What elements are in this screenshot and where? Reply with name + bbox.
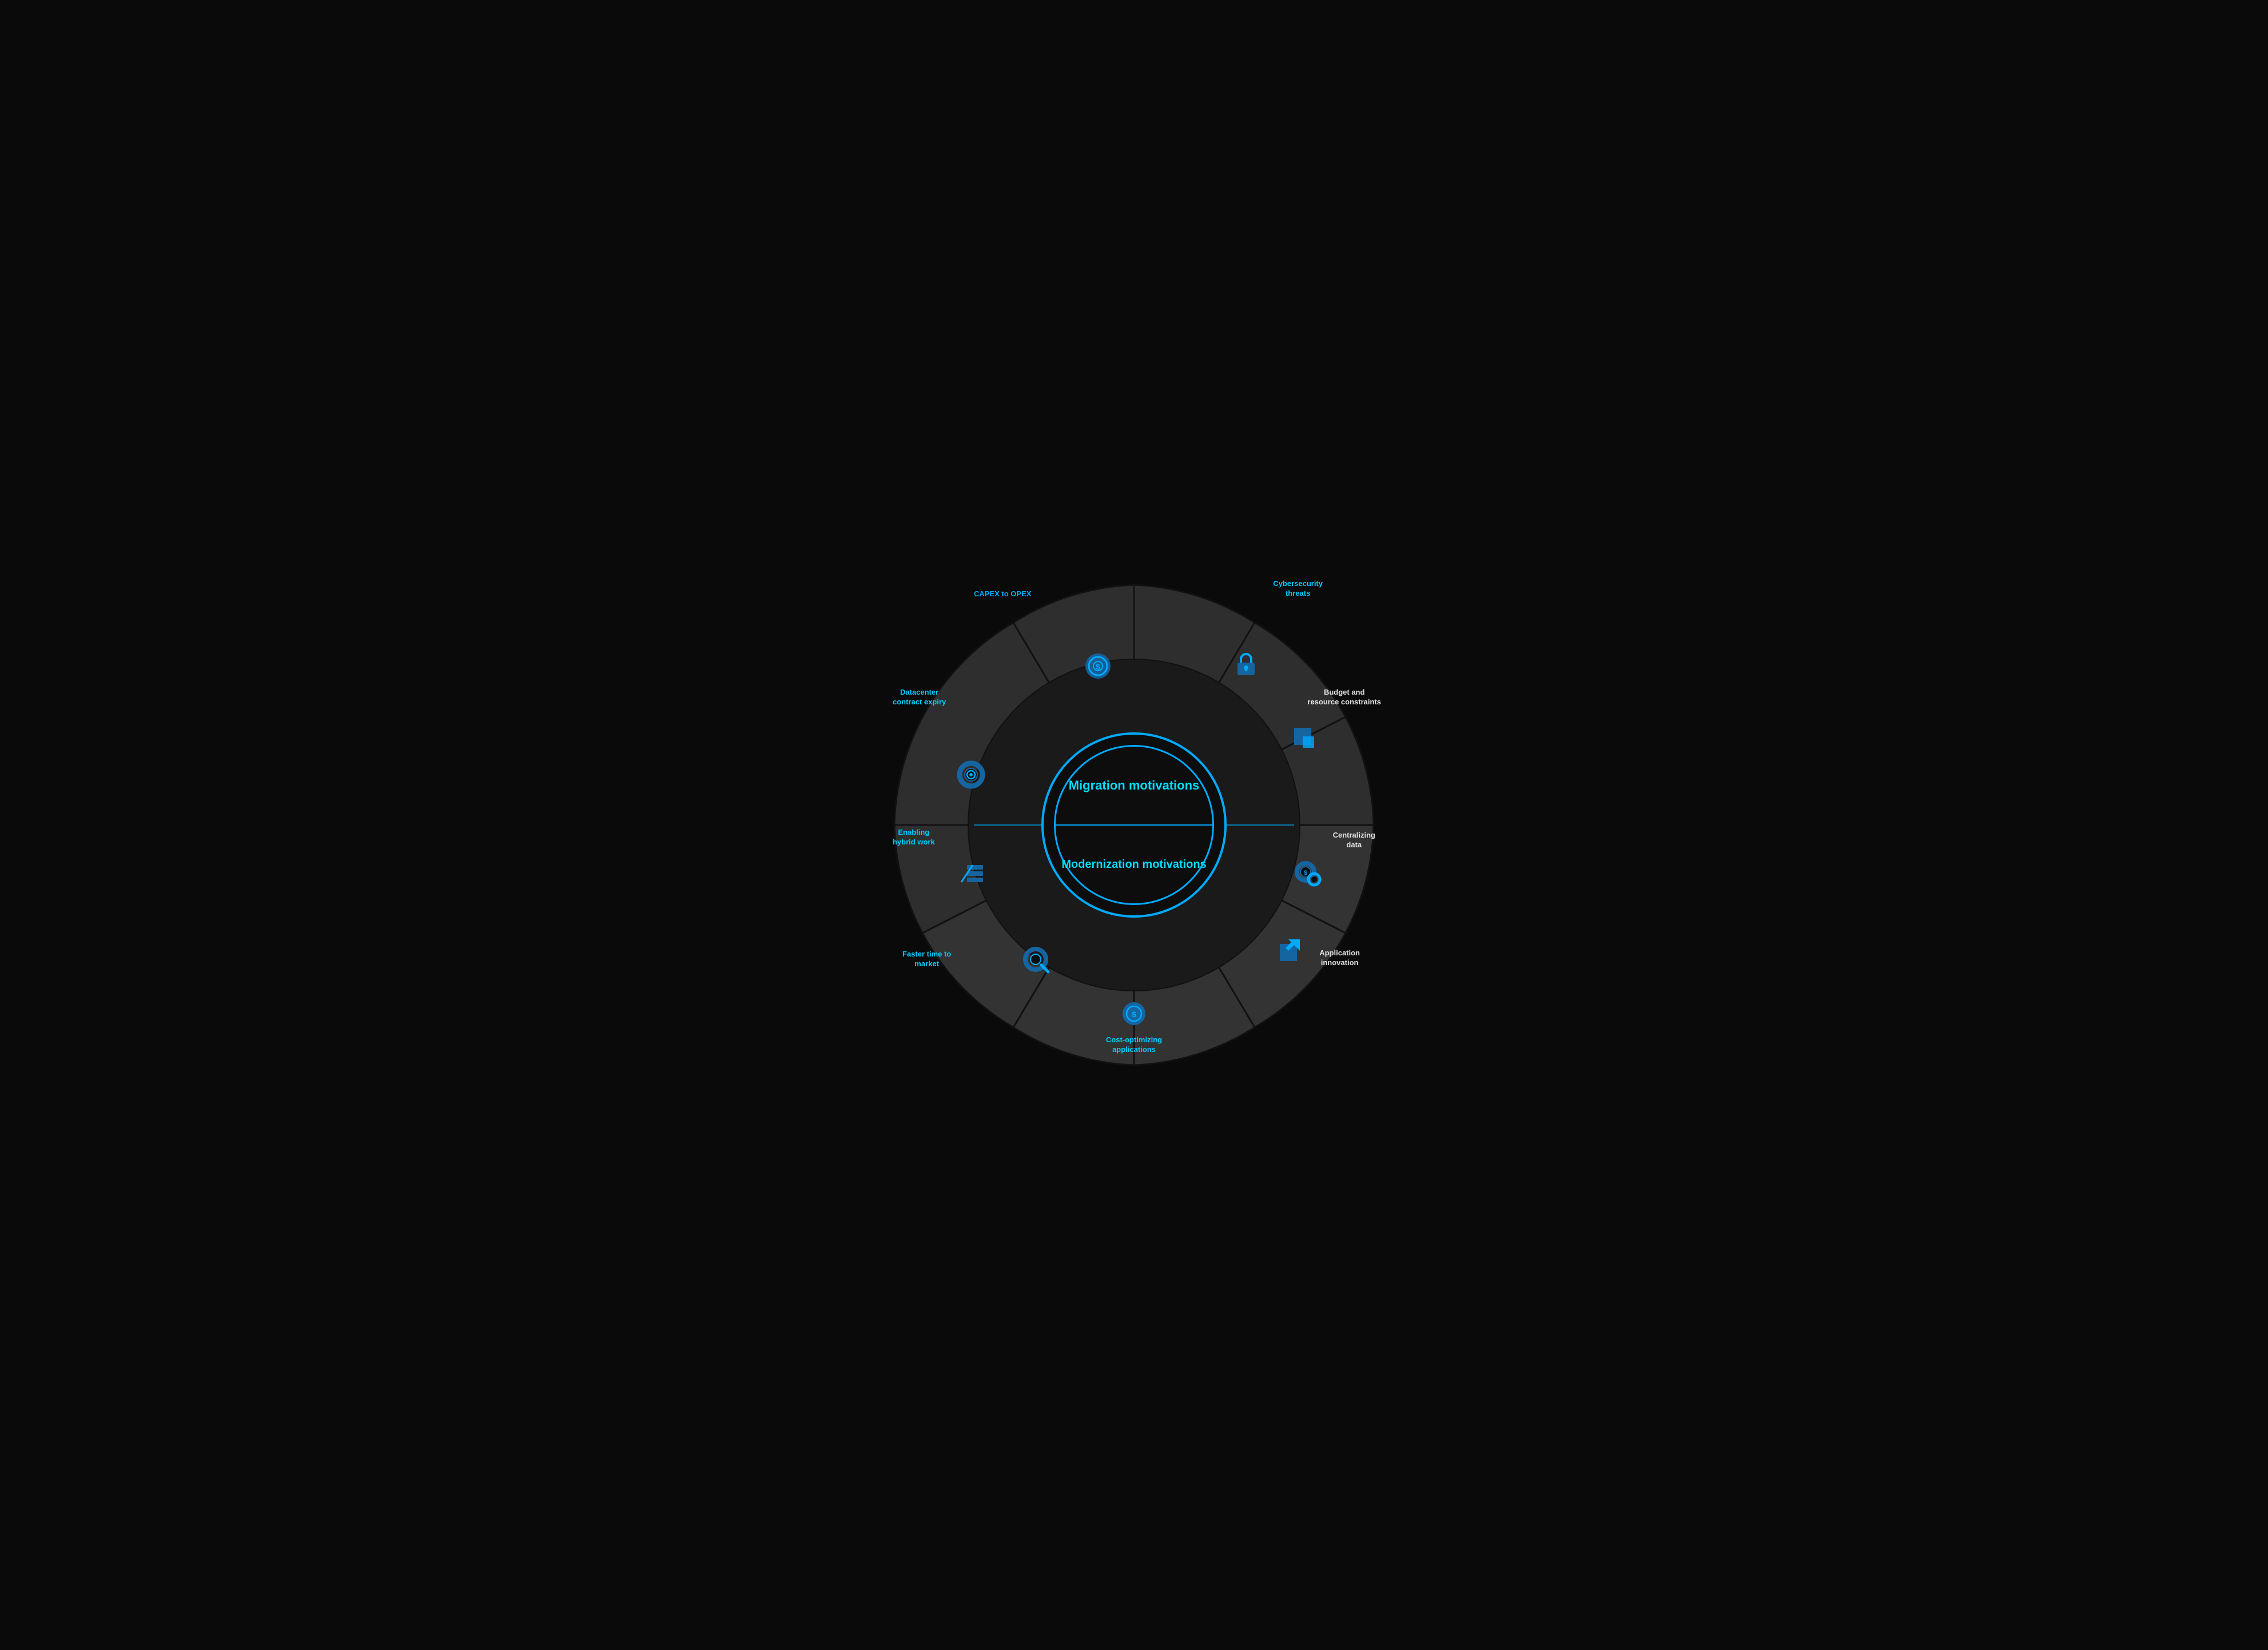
label-cyber: Cybersecuritythreats bbox=[1273, 579, 1323, 599]
svg-text:$: $ bbox=[1096, 662, 1100, 671]
capex-icon: $ bbox=[1085, 653, 1111, 679]
label-hybrid: Enablinghybrid work bbox=[893, 828, 935, 847]
label-application: Applicationinnovation bbox=[1319, 948, 1360, 968]
label-budget: Budget andresource constraints bbox=[1307, 688, 1381, 707]
budget-icon bbox=[1294, 728, 1314, 748]
label-datacenter: Datacentercontract expiry bbox=[893, 688, 946, 707]
cost-icon: $ bbox=[1123, 1002, 1145, 1025]
migration-title: Migration motivations bbox=[1069, 778, 1200, 793]
modernization-section: Modernization motivations bbox=[1056, 826, 1212, 903]
svg-text:$: $ bbox=[1132, 1010, 1136, 1019]
label-faster: Faster time tomarket bbox=[902, 950, 951, 969]
migration-section: Migration motivations bbox=[1056, 747, 1212, 826]
label-capex: CAPEX to OPEX bbox=[974, 589, 1031, 599]
diagram-container: $ $ $ bbox=[877, 568, 1391, 1082]
modernization-title: Modernization motivations bbox=[1061, 858, 1206, 871]
label-centralizing: Centralizingdata bbox=[1333, 831, 1375, 850]
svg-text:$: $ bbox=[1304, 870, 1307, 876]
center-text: Migration motivations Modernization moti… bbox=[1054, 745, 1214, 905]
label-cost: Cost-optimizingapplications bbox=[1106, 1035, 1162, 1055]
